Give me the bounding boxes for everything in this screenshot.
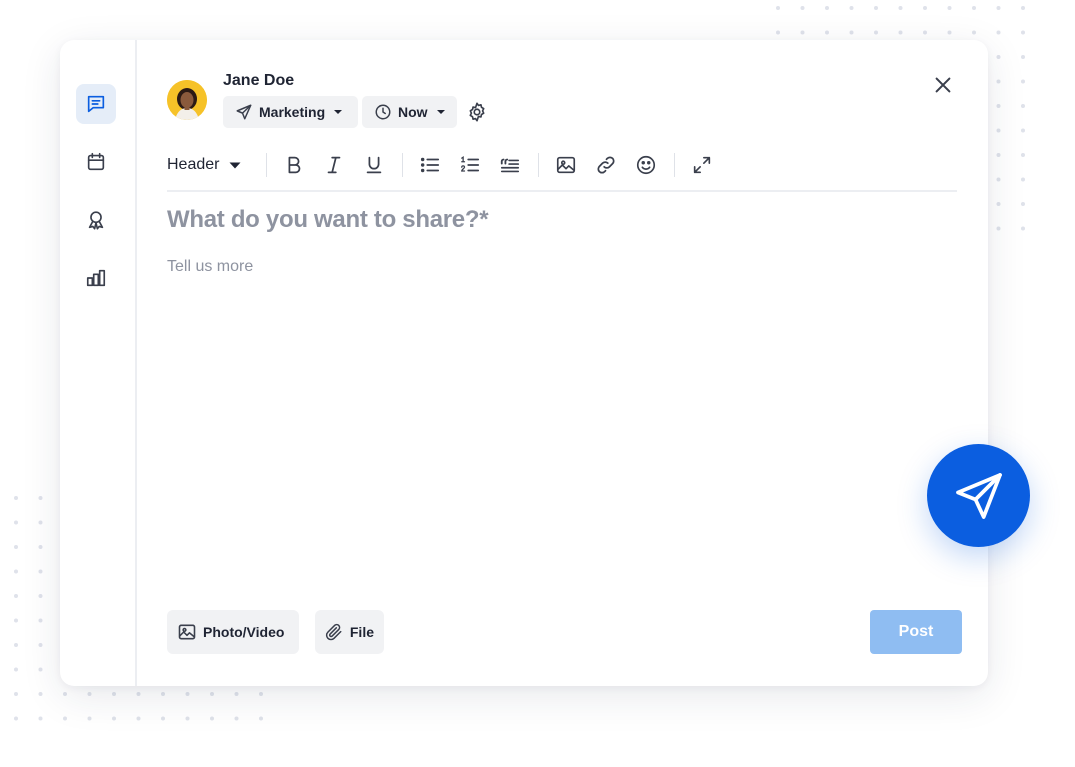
send-fab-button[interactable] (927, 444, 1030, 547)
chat-icon (87, 95, 105, 113)
sidebar-rail (60, 40, 137, 686)
toolbar-divider (674, 153, 675, 177)
close-icon[interactable] (932, 74, 954, 96)
sidebar-item-events[interactable] (76, 142, 116, 182)
gear-icon[interactable] (466, 101, 488, 123)
bullet-list-icon (420, 157, 440, 173)
bold-icon (288, 156, 301, 174)
paperclip-icon (325, 623, 342, 641)
post-title-input[interactable]: What do you want to share?* (167, 206, 489, 234)
numbered-list-icon (461, 156, 480, 172)
sidebar-item-posts[interactable] (76, 84, 116, 124)
image-icon (556, 156, 576, 174)
bar-chart-icon (86, 269, 106, 287)
text-style-label: Header (167, 156, 220, 173)
calendar-icon (87, 152, 105, 171)
expand-button[interactable] (689, 152, 715, 178)
photo-video-label: Photo/Video (203, 624, 285, 640)
toolbar-divider (266, 153, 267, 177)
paper-plane-icon (955, 472, 1002, 519)
file-button[interactable]: File (315, 610, 384, 654)
clock-icon (375, 104, 391, 120)
compose-post-card: Jane Doe Marketing Now Header What do yo… (60, 40, 988, 686)
photo-video-button[interactable]: Photo/Video (167, 610, 299, 654)
underline-icon (366, 156, 382, 174)
sidebar-item-analytics[interactable] (76, 258, 116, 298)
insert-emoji-button[interactable] (633, 152, 659, 178)
toolbar-divider (538, 153, 539, 177)
formatting-toolbar: Header (167, 148, 957, 192)
insert-link-button[interactable] (593, 152, 619, 178)
schedule-select[interactable]: Now (362, 96, 457, 128)
bold-button[interactable] (281, 152, 307, 178)
link-icon (597, 156, 615, 174)
caret-down-icon (334, 110, 343, 114)
avatar[interactable] (167, 80, 207, 120)
award-icon (88, 211, 104, 230)
insert-image-button[interactable] (553, 152, 579, 178)
italic-button[interactable] (321, 152, 347, 178)
italic-icon (327, 156, 341, 174)
numbered-list-button[interactable] (457, 152, 483, 178)
audience-select[interactable]: Marketing (223, 96, 358, 128)
schedule-label: Now (398, 104, 428, 120)
caret-down-icon (229, 162, 241, 168)
sidebar-item-awards[interactable] (76, 200, 116, 240)
audience-label: Marketing (259, 104, 326, 120)
post-body-input[interactable]: Tell us more (167, 258, 253, 276)
expand-icon (693, 156, 711, 174)
toolbar-divider (402, 153, 403, 177)
text-style-select[interactable]: Header (167, 152, 241, 178)
image-icon (178, 624, 196, 640)
blockquote-button[interactable] (497, 152, 523, 178)
paper-plane-icon (236, 104, 252, 120)
user-name: Jane Doe (223, 72, 295, 89)
file-label: File (349, 624, 374, 640)
underline-button[interactable] (361, 152, 387, 178)
post-button[interactable]: Post (870, 610, 962, 654)
caret-down-icon (436, 110, 445, 114)
bullet-list-button[interactable] (417, 152, 443, 178)
smiley-icon (636, 155, 656, 175)
quote-icon (500, 158, 520, 173)
